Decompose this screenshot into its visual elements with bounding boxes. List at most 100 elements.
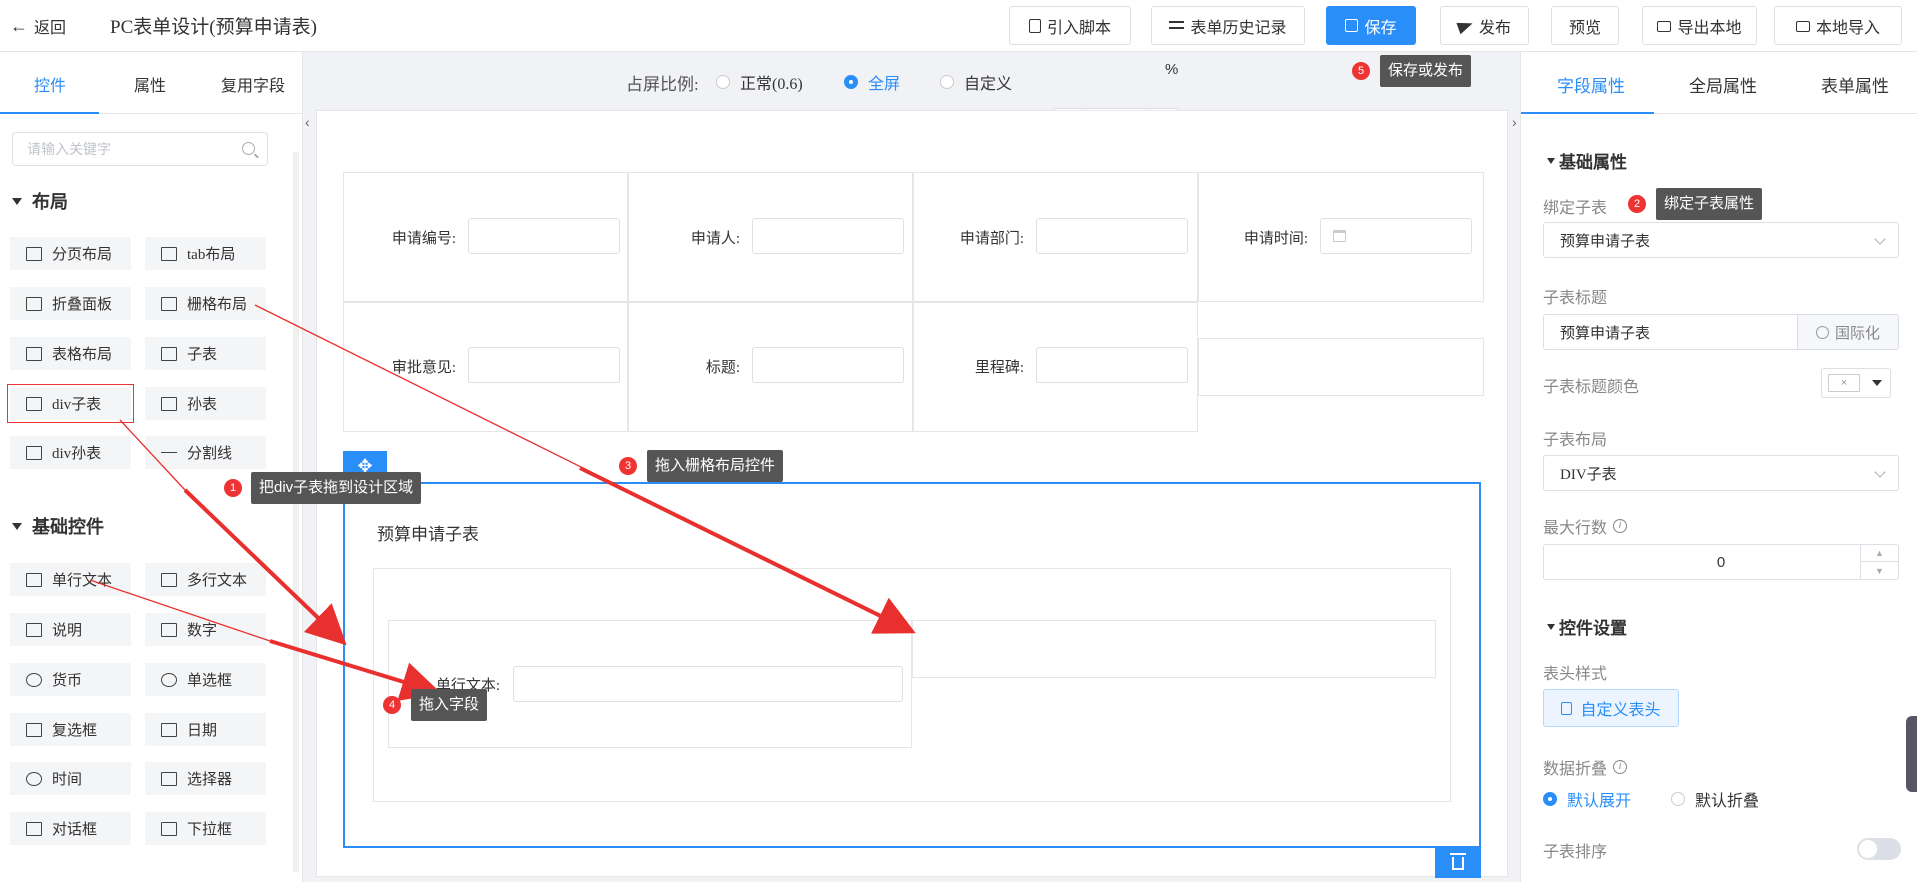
send-icon (1456, 17, 1475, 34)
preview-button[interactable]: 预览 (1551, 6, 1619, 45)
grid-cell[interactable] (1198, 338, 1484, 396)
layout-section-title[interactable]: 布局 (12, 188, 68, 214)
control-selector[interactable]: 选择器 (145, 762, 266, 795)
control-subtable[interactable]: 子表 (145, 337, 266, 370)
field-label-applicant: 申请人: (690, 231, 740, 247)
form-history-button[interactable]: 表单历史记录 (1151, 6, 1305, 45)
department-input[interactable] (1036, 218, 1188, 254)
tab-global-properties[interactable]: 全局属性 (1689, 72, 1757, 97)
milestone-input[interactable] (1036, 347, 1188, 383)
collapse-fold-radio[interactable]: 默认折叠 (1671, 787, 1759, 811)
back-button[interactable]: ← 返回 (10, 14, 66, 38)
collapse-right-icon[interactable]: › (1512, 114, 1517, 130)
title-color-picker[interactable]: × (1821, 368, 1891, 398)
basic-properties-section[interactable]: 基础属性 (1547, 148, 1627, 173)
search-input[interactable] (27, 133, 227, 165)
info-icon[interactable]: i (1613, 519, 1628, 533)
custom-header-button[interactable]: 自定义表头 (1543, 689, 1679, 727)
step-badge-1: 1 (224, 479, 242, 497)
ratio-custom-radio[interactable]: 自定义 (940, 70, 1012, 94)
control-grandchild-table[interactable]: 孙表 (145, 387, 266, 420)
control-dialog[interactable]: 对话框 (10, 812, 131, 845)
collapse-left-icon[interactable]: ‹ (305, 114, 310, 130)
bind-subtable-select[interactable]: 预算申请子表 (1543, 222, 1899, 258)
import-local-button[interactable]: 本地导入 (1774, 6, 1902, 45)
save-button[interactable]: 保存 (1326, 6, 1416, 45)
basic-section-title[interactable]: 基础控件 (12, 513, 104, 539)
tab-field-properties[interactable]: 字段属性 (1557, 72, 1625, 97)
tab-reuse-fields[interactable]: 复用字段 (221, 72, 285, 96)
tab-properties[interactable]: 属性 (134, 72, 166, 96)
ratio-fullscreen-radio[interactable]: 全屏 (844, 70, 900, 94)
control-multi-line-text[interactable]: 多行文本 (145, 563, 266, 596)
decrement-arrow-icon[interactable]: ▼ (1861, 562, 1898, 579)
publish-button[interactable]: 发布 (1440, 6, 1529, 45)
i18n-button[interactable]: 国际化 (1797, 314, 1899, 350)
subtable-layout-label: 子表布局 (1543, 432, 1608, 449)
tab-form-properties[interactable]: 表单属性 (1821, 72, 1889, 97)
collapse-expand-radio[interactable]: 默认展开 (1543, 787, 1631, 811)
import-script-button[interactable]: 引入脚本 (1009, 6, 1131, 45)
grid-column-right[interactable] (912, 620, 1436, 678)
import-script-label: 引入脚本 (1046, 19, 1111, 37)
control-settings-section[interactable]: 控件设置 (1547, 614, 1627, 639)
apply-time-input[interactable] (1320, 218, 1472, 254)
search-icon[interactable] (242, 142, 255, 155)
control-divider[interactable]: 分割线 (145, 436, 266, 469)
control-single-line-text[interactable]: 单行文本 (10, 563, 131, 596)
control-paged-layout[interactable]: 分页布局 (10, 237, 131, 270)
control-number[interactable]: 数字 (145, 613, 266, 646)
control-div-grandchild-table[interactable]: div孙表 (10, 436, 131, 469)
script-icon (1028, 18, 1041, 33)
subtable-layout-select[interactable]: DIV子表 (1543, 455, 1899, 491)
control-dropdown[interactable]: 下拉框 (145, 812, 266, 845)
control-date[interactable]: 日期 (145, 713, 266, 746)
subtable-text-input[interactable] (513, 666, 903, 702)
caret-down-icon (12, 197, 22, 205)
approval-comment-input[interactable] (468, 347, 620, 383)
control-radio[interactable]: 单选框 (145, 663, 266, 696)
info-icon[interactable]: i (1613, 760, 1628, 774)
control-currency[interactable]: 货币 (10, 663, 131, 696)
table-icon (26, 396, 42, 411)
title-input[interactable] (752, 347, 904, 383)
control-label: 表格布局 (52, 347, 113, 363)
applicant-input[interactable] (752, 218, 904, 254)
step-badge-5: 5 (1352, 62, 1370, 80)
step-badge-3: 3 (619, 457, 637, 475)
control-grid-layout[interactable]: 栅格布局 (145, 287, 266, 320)
control-time[interactable]: 时间 (10, 762, 131, 795)
data-collapse-label: 数据折叠 (1543, 761, 1608, 778)
app-number-input[interactable] (468, 218, 620, 254)
tab-controls[interactable]: 控件 (34, 72, 66, 96)
left-scrollbar[interactable] (293, 152, 299, 872)
control-label: 单行文本 (52, 573, 113, 589)
description-icon (26, 622, 42, 637)
delete-button[interactable] (1435, 848, 1481, 878)
control-description[interactable]: 说明 (10, 613, 131, 646)
control-label: div孙表 (52, 446, 102, 462)
control-collapse-panel[interactable]: 折叠面板 (10, 287, 131, 320)
increment-arrow-icon[interactable]: ▲ (1861, 545, 1898, 562)
control-checkbox[interactable]: 复选框 (10, 713, 131, 746)
collapse-panel-icon (26, 296, 42, 311)
control-tab-layout[interactable]: tab布局 (145, 237, 266, 270)
divider-icon (161, 451, 177, 454)
subtable-title: 预算申请子表 (377, 525, 479, 544)
currency-icon (26, 672, 42, 687)
save-label: 保存 (1364, 19, 1397, 37)
max-rows-input[interactable]: 0 ▲ ▼ (1543, 544, 1899, 580)
control-label: div子表 (52, 397, 102, 413)
control-table-layout[interactable]: 表格布局 (10, 337, 131, 370)
side-widget-handle[interactable] (1906, 716, 1917, 792)
subtable-sort-toggle[interactable] (1857, 838, 1901, 860)
ratio-normal-radio[interactable]: 正常(0.6) (716, 70, 803, 94)
color-swatch-clear: × (1828, 374, 1860, 392)
export-local-button[interactable]: 导出本地 (1642, 6, 1757, 45)
dialog-icon (26, 821, 42, 836)
control-div-subtable[interactable]: div子表 (7, 384, 134, 423)
publish-label: 发布 (1478, 19, 1511, 37)
control-label: 分页布局 (52, 247, 113, 263)
caret-down-icon (1547, 157, 1555, 164)
subtable-title-input[interactable]: 预算申请子表 (1543, 314, 1797, 350)
